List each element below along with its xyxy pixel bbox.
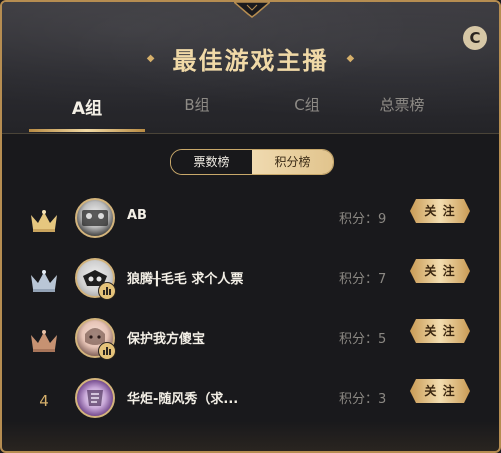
avatar[interactable] — [75, 378, 115, 418]
rank-number: 4 — [39, 392, 49, 410]
streamer-name: 狼腾╂毛毛 求个人票 — [127, 272, 244, 287]
switch-votes-option[interactable]: 票数榜 — [171, 150, 252, 174]
group-tabs: A组 B组 C组 总票榜 — [2, 94, 499, 132]
tab-group-b[interactable]: B组 — [142, 94, 252, 132]
list-item: 保护我方傻宝 积分：5 关 注 — [2, 316, 499, 366]
bronze-crown-icon — [28, 326, 60, 356]
ranking-panel: ◆ 最佳游戏主播 ◆ C A组 B组 C组 总票榜 票数榜 积分榜 AB 积分：… — [0, 0, 501, 453]
streamer-name: 华炬-随风秀（求... — [127, 392, 239, 407]
bottom-glow — [2, 421, 499, 451]
title-row: ◆ 最佳游戏主播 ◆ — [2, 40, 499, 76]
bar-chart-badge-icon — [98, 342, 116, 360]
list-item: 狼腾╂毛毛 求个人票 积分：7 关 注 — [2, 256, 499, 306]
ranking-switch: 票数榜 积分榜 — [170, 149, 334, 175]
tab-label: C组 — [294, 96, 320, 114]
streamer-name: 保护我方傻宝 — [127, 332, 206, 347]
follow-button[interactable]: 关 注 — [410, 379, 470, 403]
active-tab-underline — [29, 129, 145, 132]
tab-group-c[interactable]: C组 — [252, 94, 362, 132]
page-title: 最佳游戏主播 — [172, 46, 329, 75]
follow-button[interactable]: 关 注 — [410, 319, 470, 343]
score-text: 积分：5 — [339, 332, 387, 347]
list-item: AB 积分：9 关 注 — [2, 196, 499, 246]
streamer-name: AB — [127, 208, 147, 223]
coin-c-icon[interactable]: C — [463, 26, 487, 50]
list-item: 4 华炬-随风秀（求... 积分：3 关 注 — [2, 376, 499, 426]
silver-crown-icon — [28, 266, 60, 296]
score-text: 积分：9 — [339, 212, 387, 227]
tab-label: B组 — [184, 96, 210, 114]
tab-group-a[interactable]: A组 — [29, 94, 145, 132]
score-text: 积分：3 — [339, 392, 387, 407]
follow-button[interactable]: 关 注 — [410, 199, 470, 223]
panel-header: ◆ 最佳游戏主播 ◆ C A组 B组 C组 总票榜 — [2, 2, 499, 134]
top-notch-ornament — [234, 2, 270, 18]
tab-total-votes[interactable]: 总票榜 — [347, 94, 457, 132]
switch-points-option[interactable]: 积分榜 — [252, 150, 333, 174]
score-text: 积分：7 — [339, 272, 387, 287]
diamond-left-icon: ◆ — [146, 52, 155, 64]
tab-label: A组 — [71, 99, 103, 119]
gold-crown-icon — [28, 206, 60, 236]
tab-label: 总票榜 — [379, 96, 425, 114]
diamond-right-icon: ◆ — [346, 52, 355, 64]
avatar[interactable] — [75, 198, 115, 238]
follow-button[interactable]: 关 注 — [410, 259, 470, 283]
bar-chart-badge-icon — [98, 282, 116, 300]
